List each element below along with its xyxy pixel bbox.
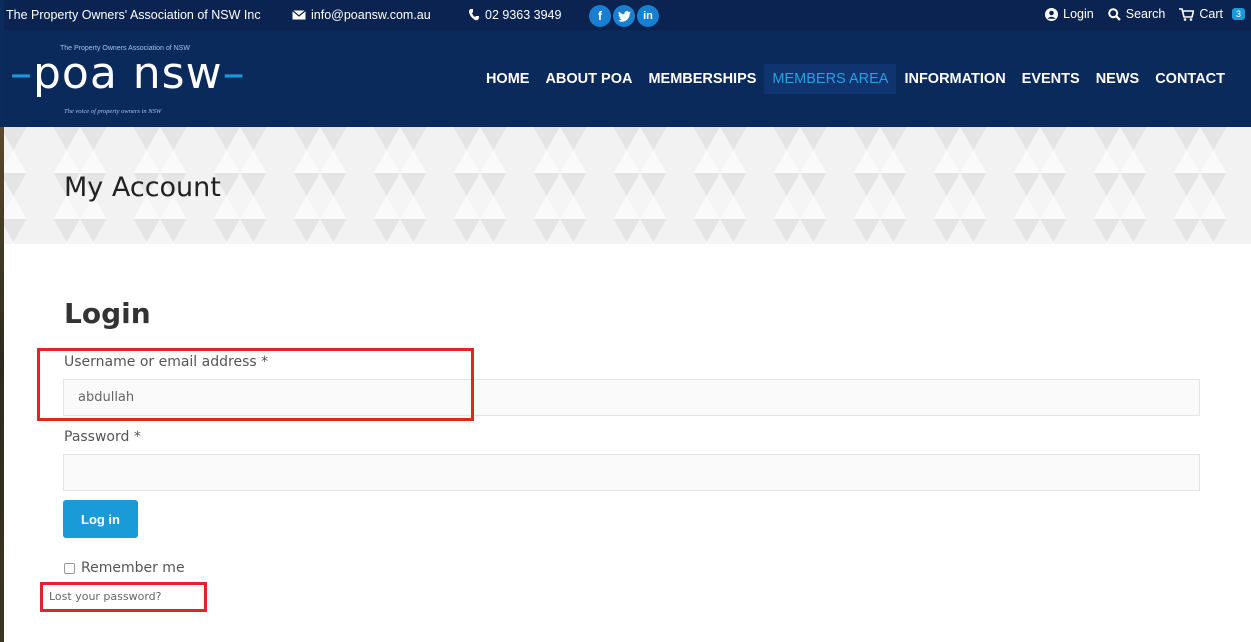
phone-text: 02 9363 3949 (485, 8, 562, 22)
cart-icon (1179, 7, 1195, 21)
email-text: info@poansw.com.au (311, 8, 431, 22)
password-field[interactable] (63, 454, 1200, 491)
login-link[interactable]: Login (1045, 7, 1094, 21)
org-name: The Property Owners' Association of NSW … (6, 8, 261, 22)
nav-memberships[interactable]: MEMBERSHIPS (640, 64, 764, 94)
phone-icon (469, 9, 479, 21)
cart-link[interactable]: Cart 3 (1179, 7, 1245, 21)
page-title-banner: My Account (0, 127, 1251, 244)
remember-me[interactable]: Remember me (64, 560, 185, 576)
remember-me-label: Remember me (81, 560, 185, 576)
page-title: My Account (64, 172, 221, 203)
phone-link[interactable]: 02 9363 3949 (469, 8, 561, 22)
remember-me-checkbox[interactable] (64, 562, 75, 574)
nav-events[interactable]: EVENTS (1014, 64, 1088, 94)
logo-mark-text: poa nsw (33, 48, 223, 99)
nav-news[interactable]: NEWS (1088, 64, 1148, 94)
logo-mark: –poa nsw– (10, 48, 246, 99)
search-link[interactable]: Search (1107, 7, 1166, 21)
email-link[interactable]: info@poansw.com.au (292, 8, 431, 22)
login-button[interactable]: Log in (63, 500, 138, 538)
password-label: Password * (64, 429, 141, 445)
mail-icon (292, 10, 306, 20)
site-header: The Property Owners Association of NSW –… (0, 30, 1251, 127)
search-icon (1107, 7, 1121, 21)
highlight-box-username (37, 348, 474, 421)
nav-about-poa[interactable]: ABOUT POA (537, 64, 640, 94)
nav-members-area[interactable]: MEMBERS AREA (764, 64, 897, 94)
left-edge-strip (0, 0, 4, 642)
user-icon (1045, 7, 1059, 21)
cart-count-badge: 3 (1231, 8, 1245, 20)
main-nav: HOME ABOUT POA MEMBERSHIPS MEMBERS AREA … (478, 64, 1233, 94)
site-logo[interactable]: The Property Owners Association of NSW –… (10, 42, 290, 120)
login-heading: Login (64, 297, 151, 330)
linkedin-icon[interactable]: in (637, 5, 659, 27)
twitter-icon[interactable] (613, 5, 635, 27)
cart-text: Cart (1199, 7, 1223, 21)
top-bar-actions: Login Search Cart 3 (1045, 7, 1245, 21)
search-text: Search (1125, 7, 1166, 21)
nav-contact[interactable]: CONTACT (1147, 64, 1233, 94)
nav-information[interactable]: INFORMATION (896, 64, 1013, 94)
nav-home[interactable]: HOME (478, 64, 538, 94)
top-bar: The Property Owners' Association of NSW … (0, 0, 1251, 30)
facebook-icon[interactable]: f (589, 5, 611, 27)
highlight-box-lost-password (40, 582, 207, 612)
logo-tagline: The voice of property owners in NSW (64, 108, 162, 115)
login-text: Login (1063, 7, 1094, 21)
